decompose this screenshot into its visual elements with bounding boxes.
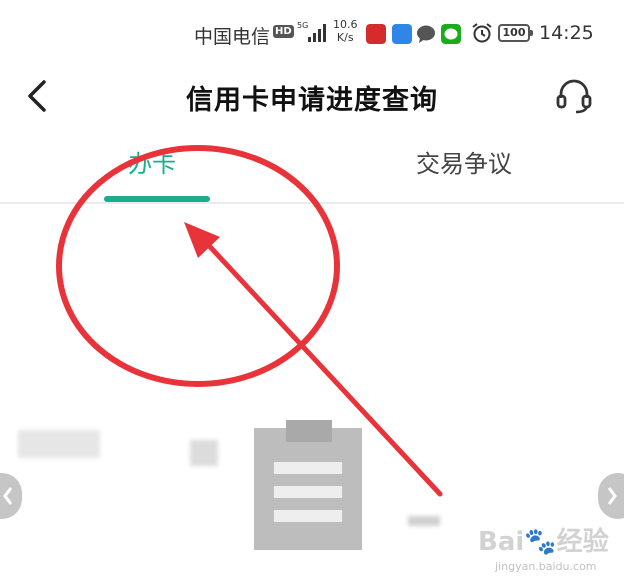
blurred-element bbox=[408, 516, 440, 526]
signal-icon: 5G bbox=[297, 21, 326, 42]
network-label: 5G bbox=[297, 21, 308, 30]
tab-card-application[interactable]: 办卡 bbox=[128, 144, 176, 179]
page-title: 信用卡申请进度查询 bbox=[186, 85, 438, 116]
watermark-brand-sub: 经验 bbox=[556, 527, 609, 557]
chevron-left-icon bbox=[3, 487, 13, 505]
status-bar: 中国电信 HD 5G 10.6 K/s 100 14:25 bbox=[0, 0, 624, 64]
clipboard-icon bbox=[254, 420, 362, 550]
watermark-url: jingyan.baidu.com bbox=[495, 560, 597, 573]
speed-value: 10.6 bbox=[333, 18, 358, 31]
watermark-logo: Bai🐾经验 bbox=[478, 521, 609, 558]
network-speed: 10.6 K/s bbox=[333, 18, 358, 44]
news-app-icon bbox=[366, 24, 386, 44]
navigation-bar: 信用卡申请进度查询 bbox=[0, 64, 624, 128]
battery-indicator: 100 bbox=[498, 24, 533, 42]
blurred-element bbox=[190, 440, 218, 466]
tab-transaction-dispute[interactable]: 交易争议 bbox=[416, 144, 512, 179]
chevron-right-icon bbox=[607, 487, 617, 505]
message-icon bbox=[417, 25, 435, 43]
hd-badge: HD bbox=[273, 25, 294, 38]
wechat-icon bbox=[441, 24, 461, 44]
speed-unit: K/s bbox=[336, 31, 354, 44]
blurred-text bbox=[18, 430, 100, 458]
paw-icon: 🐾 bbox=[524, 527, 557, 557]
clock: 14:25 bbox=[539, 22, 594, 44]
customer-service-icon[interactable] bbox=[554, 76, 594, 116]
previous-arrow-button[interactable] bbox=[0, 473, 22, 519]
alarm-icon bbox=[472, 23, 492, 43]
carrier-label: 中国电信 bbox=[194, 26, 271, 48]
watermark-brand: Bai bbox=[478, 527, 525, 557]
weather-app-icon bbox=[392, 24, 412, 44]
next-arrow-button[interactable] bbox=[598, 473, 624, 519]
